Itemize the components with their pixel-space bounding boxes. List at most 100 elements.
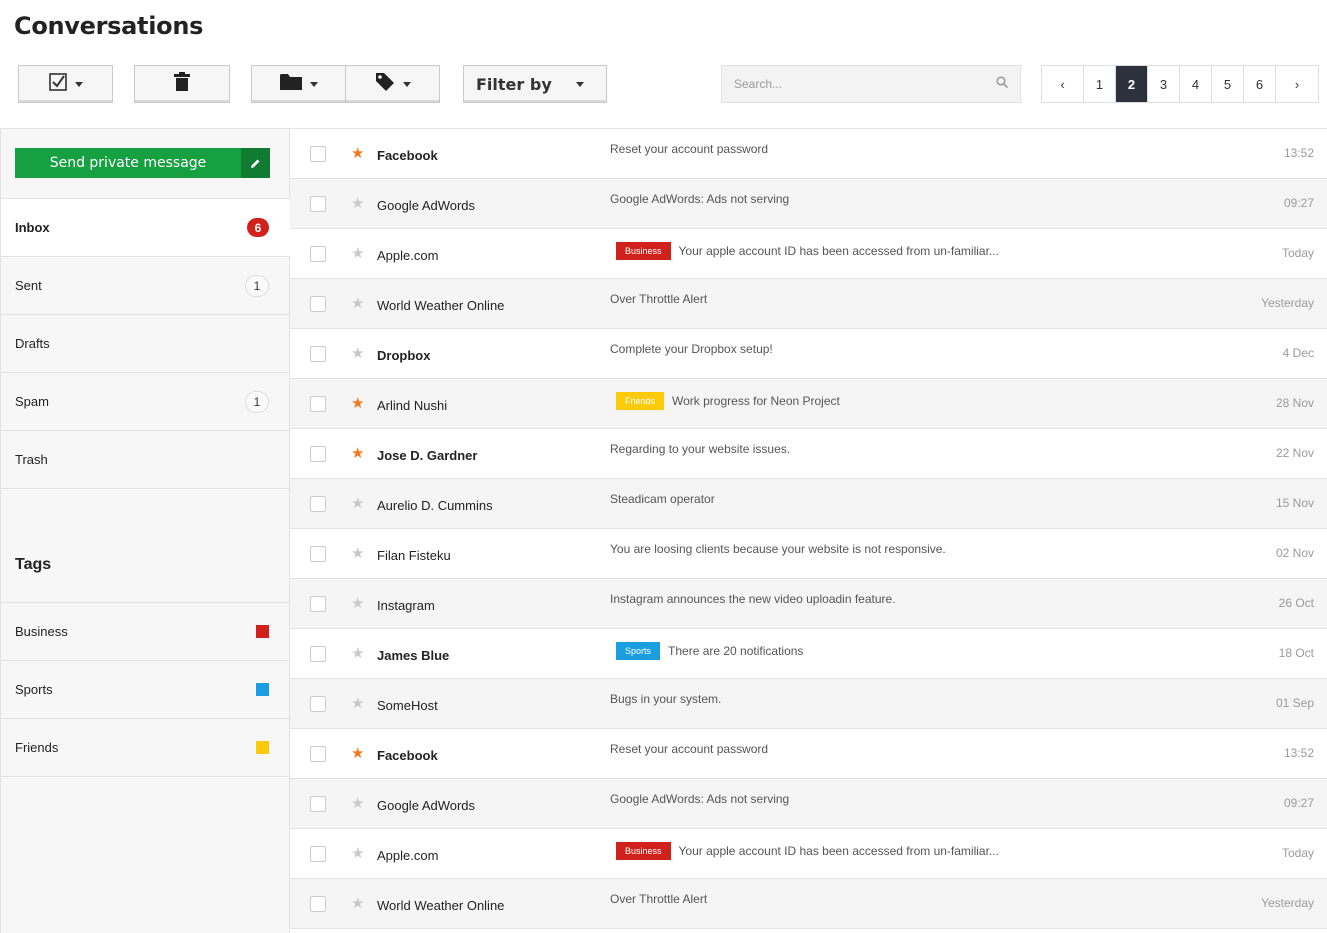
send-private-message-button[interactable]: Send private message <box>15 148 270 178</box>
star-icon[interactable]: ★ <box>351 645 364 662</box>
select-all-button[interactable] <box>18 65 113 103</box>
message-row[interactable]: ★ Instagram Instagram announces the new vi… <box>290 579 1327 629</box>
move-tag-button-group <box>251 65 440 103</box>
move-to-folder-button[interactable] <box>251 65 345 103</box>
message-row[interactable]: ★ Arlind Nushi Friends Work progress for Ne… <box>290 379 1327 429</box>
message-subject-wrap: Over Throttle Alert <box>610 292 707 306</box>
folder-inbox[interactable]: Inbox 6 <box>1 199 290 257</box>
pagination-page-6[interactable]: 6 <box>1244 66 1276 102</box>
message-row[interactable]: ★ Apple.com Business Your apple account ID … <box>290 829 1327 879</box>
tag-label: Sports <box>15 682 53 697</box>
folder-label: Inbox <box>15 220 50 235</box>
filter-by-dropdown[interactable]: Filter by <box>463 65 607 103</box>
message-subject-wrap: Instagram announces the new video upload… <box>610 592 896 606</box>
message-row[interactable]: ★ World Weather Online Over Throttle Alert… <box>290 879 1327 929</box>
message-date: 02 Nov <box>1275 546 1314 560</box>
message-row[interactable]: ★ World Weather Online Over Throttle Alert… <box>290 279 1327 329</box>
star-icon[interactable]: ★ <box>351 445 364 462</box>
message-checkbox[interactable] <box>310 246 326 262</box>
message-subject: Over Throttle Alert <box>610 292 708 306</box>
message-subject: Steadicam operator <box>610 492 715 506</box>
pagination-next-button[interactable]: › <box>1276 66 1318 102</box>
star-icon[interactable]: ★ <box>351 395 364 412</box>
tag-item-sports[interactable]: Sports <box>1 661 290 719</box>
message-date: 13:52 <box>1283 746 1314 760</box>
star-icon[interactable]: ★ <box>351 195 364 212</box>
tag-label: Business <box>15 624 68 639</box>
tag-color-swatch <box>256 741 269 754</box>
star-icon[interactable]: ★ <box>351 345 364 362</box>
tag-item-friends[interactable]: Friends <box>1 719 290 777</box>
pagination-page-2[interactable]: 2 <box>1116 66 1148 102</box>
message-date: 01 Sep <box>1275 696 1314 710</box>
tag-icon <box>375 72 395 97</box>
star-icon[interactable]: ★ <box>351 895 364 912</box>
message-subject-wrap: You are loosing clients because your web… <box>610 542 946 556</box>
message-sender: World Weather Online <box>377 898 505 913</box>
message-sender: Jose D. Gardner <box>377 448 478 463</box>
message-row[interactable]: ★ Facebook Reset your account password 13:5… <box>290 129 1327 179</box>
pagination-page-3[interactable]: 3 <box>1148 66 1180 102</box>
message-row[interactable]: ★ James Blue Sports There are 20 notificati… <box>290 629 1327 679</box>
message-checkbox[interactable] <box>310 396 326 412</box>
message-checkbox[interactable] <box>310 296 326 312</box>
star-icon[interactable]: ★ <box>351 245 364 262</box>
folder-trash[interactable]: Trash <box>1 431 290 489</box>
message-checkbox[interactable] <box>310 546 326 562</box>
star-icon[interactable]: ★ <box>351 595 364 612</box>
search-input[interactable] <box>734 77 996 91</box>
star-icon[interactable]: ★ <box>351 795 364 812</box>
message-subject-wrap: Steadicam operator <box>610 492 715 506</box>
message-checkbox[interactable] <box>310 596 326 612</box>
folder-drafts[interactable]: Drafts <box>1 315 290 373</box>
star-icon[interactable]: ★ <box>351 295 364 312</box>
message-row[interactable]: ★ Aurelio D. Cummins Steadicam operator 15 … <box>290 479 1327 529</box>
star-icon[interactable]: ★ <box>351 545 364 562</box>
message-checkbox[interactable] <box>310 896 326 912</box>
message-checkbox[interactable] <box>310 446 326 462</box>
message-checkbox[interactable] <box>310 746 326 762</box>
message-row[interactable]: ★ Filan Fisteku You are loosing clients be… <box>290 529 1327 579</box>
apply-tag-button[interactable] <box>345 65 440 103</box>
message-list: ★ Facebook Reset your account password 13:5… <box>290 129 1327 929</box>
chevron-down-icon <box>402 81 411 87</box>
message-checkbox[interactable] <box>310 796 326 812</box>
message-subject-wrap: Complete your Dropbox setup! <box>610 342 773 356</box>
message-checkbox[interactable] <box>310 346 326 362</box>
message-checkbox[interactable] <box>310 696 326 712</box>
search-box <box>721 65 1021 103</box>
message-sender: Filan Fisteku <box>377 548 451 563</box>
star-icon[interactable]: ★ <box>351 695 364 712</box>
pagination-page-1[interactable]: 1 <box>1084 66 1116 102</box>
star-icon[interactable]: ★ <box>351 845 364 862</box>
message-checkbox[interactable] <box>310 196 326 212</box>
message-checkbox[interactable] <box>310 646 326 662</box>
message-row[interactable]: ★ SomeHost Bugs in your system. 01 Sep <box>290 679 1327 729</box>
message-checkbox[interactable] <box>310 496 326 512</box>
message-row[interactable]: ★ Google AdWords Google AdWords: Ads not s… <box>290 179 1327 229</box>
delete-button[interactable] <box>134 65 230 103</box>
pagination-prev-button[interactable]: ‹ <box>1042 66 1084 102</box>
folder-list: Inbox 6 Sent 1 Drafts Spam 1 Trash <box>1 198 290 489</box>
tag-item-business[interactable]: Business <box>1 603 290 661</box>
message-checkbox[interactable] <box>310 146 326 162</box>
message-date: 4 Dec <box>1282 346 1314 360</box>
folder-spam[interactable]: Spam 1 <box>1 373 290 431</box>
pagination-page-5[interactable]: 5 <box>1212 66 1244 102</box>
message-row[interactable]: ★ Dropbox Complete your Dropbox setup! 4 De… <box>290 329 1327 379</box>
message-sender: Dropbox <box>377 348 431 363</box>
message-row[interactable]: ★ Apple.com Business Your apple account ID … <box>290 229 1327 279</box>
filter-by-label: Filter by <box>476 74 552 94</box>
message-checkbox[interactable] <box>310 846 326 862</box>
search-icon[interactable] <box>996 75 1009 93</box>
message-row[interactable]: ★ Google AdWords Google AdWords: Ads not s… <box>290 779 1327 829</box>
message-row[interactable]: ★ Facebook Reset your account password 13:5… <box>290 729 1327 779</box>
star-icon[interactable]: ★ <box>351 145 364 162</box>
message-row[interactable]: ★ Jose D. Gardner Regarding to your websit… <box>290 429 1327 479</box>
folder-sent[interactable]: Sent 1 <box>1 257 290 315</box>
star-icon[interactable]: ★ <box>351 495 364 512</box>
message-subject-wrap: Business Your apple account ID has been a… <box>610 842 999 860</box>
message-sender: Aurelio D. Cummins <box>377 498 493 513</box>
pagination-page-4[interactable]: 4 <box>1180 66 1212 102</box>
star-icon[interactable]: ★ <box>351 745 364 762</box>
